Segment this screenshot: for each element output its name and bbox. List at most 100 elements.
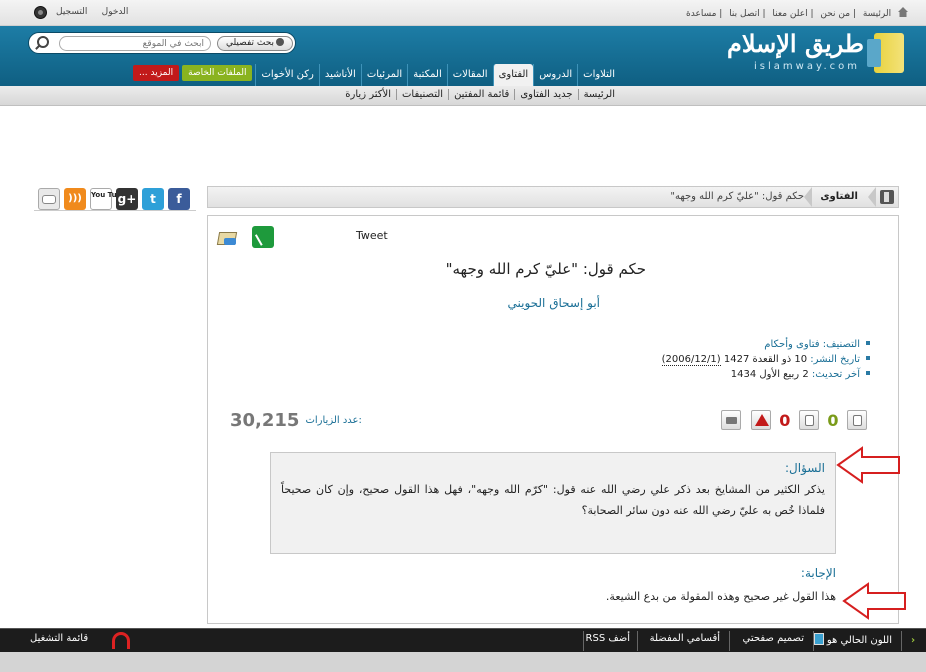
- page: الرئيسة | من نحن | اعلن معنا | اتصل بنا …: [0, 0, 926, 672]
- playlist-button[interactable]: قائمة التشغيل: [30, 633, 88, 644]
- sidebar-divider: [34, 210, 196, 211]
- author-link[interactable]: أبو إسحاق الحويني: [507, 296, 600, 310]
- thumbs-down-icon[interactable]: [798, 410, 819, 430]
- updated-date: 2 ربيع الأول 1434: [730, 369, 809, 380]
- site-header: طريق الإسلام islamway.com بحث تفصيلي الت…: [0, 26, 926, 86]
- top-link-advertise[interactable]: اعلن معنا: [772, 9, 807, 19]
- main-nav: التلاواتالدروسالفتاوىالمقالاتالمكتبةالمر…: [133, 64, 620, 86]
- tab-articles[interactable]: المقالات: [446, 64, 493, 86]
- report-icon[interactable]: [750, 410, 771, 430]
- annotation-arrow-question: [836, 446, 900, 484]
- register-link[interactable]: التسجيل: [56, 7, 87, 17]
- subnav-home[interactable]: الرئيسة: [577, 89, 620, 100]
- toolbar-divider: [813, 631, 814, 651]
- top-link-about[interactable]: من نحن: [820, 9, 850, 19]
- top-link-help[interactable]: مساعدة: [686, 9, 716, 19]
- subnav-muftis[interactable]: قائمة المفتين: [448, 89, 514, 100]
- answer-text: هذا القول غير صحيح وهذه المقولة من بدع ا…: [605, 590, 836, 603]
- youtube-icon[interactable]: You Tube: [90, 188, 126, 210]
- logo-english-text: islamway.com: [754, 61, 860, 72]
- share-icon[interactable]: [252, 226, 274, 248]
- more-button[interactable]: المزيد ...: [133, 65, 180, 81]
- search-input[interactable]: [59, 36, 211, 51]
- toolbar-divider: [901, 631, 902, 651]
- breadcrumb-separator: [804, 187, 812, 207]
- tab-lessons[interactable]: الدروس: [533, 64, 577, 86]
- dislike-count: 0: [779, 410, 791, 430]
- add-rss-button[interactable]: أضف RSS: [586, 633, 630, 644]
- article-actions: 0 0: [718, 410, 870, 432]
- tweet-button[interactable]: Tweet: [356, 229, 388, 242]
- googleplus-icon[interactable]: g+: [116, 188, 138, 210]
- search-icon[interactable]: [34, 36, 49, 50]
- tab-recitations[interactable]: التلاوات: [577, 64, 620, 86]
- subnav-most-visited[interactable]: الأكثر زيارة: [340, 89, 396, 100]
- visit-label: عدد الزيارات:: [305, 415, 362, 426]
- color-switch[interactable]: اللون الحالي هو: [810, 633, 892, 646]
- special-files-button[interactable]: الملفات الخاصة: [182, 65, 253, 81]
- top-link-home[interactable]: الرئيسة: [863, 9, 891, 19]
- top-links: الرئيسة | من نحن | اعلن معنا | اتصل بنا …: [682, 7, 908, 19]
- article-panel: Tweet حكم قول: "عليّ كرم الله وجهه" أبو …: [207, 215, 906, 624]
- social-icons: ))) You Tubeg+ t f: [38, 188, 194, 210]
- tab-sisters[interactable]: ركن الأخوات: [255, 64, 318, 86]
- email-share-icon[interactable]: [218, 228, 238, 246]
- meta-published: تاريخ النشر: 10 ذو القعدة 1427 (2006/12/…: [661, 354, 870, 366]
- design-page-button[interactable]: تصميم صفحتي: [743, 633, 804, 644]
- print-icon[interactable]: [721, 410, 742, 430]
- headphones-icon[interactable]: [112, 632, 130, 649]
- article-meta: التصنيف: فتاوى وأحكام تاريخ النشر: 10 ذو…: [661, 339, 870, 384]
- question-text: يذكر الكثير من المشايخ بعد ذكر علي رضي ا…: [281, 483, 825, 517]
- rss-icon[interactable]: ))): [64, 188, 86, 210]
- advanced-search-button[interactable]: بحث تفصيلي: [217, 36, 293, 51]
- thumbs-up-icon[interactable]: [847, 410, 867, 430]
- toolbar-divider: [637, 631, 638, 651]
- visit-count: 30,215: [230, 410, 300, 431]
- tab-videos[interactable]: المرئيات: [360, 64, 407, 86]
- favorites-button[interactable]: أقسامي المفضلة: [650, 633, 720, 644]
- subnav-new-fatwas[interactable]: جديد الفتاوى: [514, 89, 577, 100]
- toolbar-divider: [583, 631, 584, 651]
- answer-label: الإجابة:: [800, 566, 836, 580]
- color-label: اللون الحالي هو: [826, 635, 892, 646]
- email-icon[interactable]: [38, 188, 60, 210]
- chevron-down-icon: [276, 38, 285, 46]
- top-link-contact[interactable]: اتصل بنا: [729, 9, 759, 19]
- sub-nav: الرئيسةجديد الفتاوىقائمة المفتينالتصنيفا…: [0, 86, 926, 106]
- article-title: حكم قول: "عليّ كرم الله وجهه": [445, 260, 646, 278]
- facebook-icon[interactable]: f: [168, 188, 190, 210]
- globe-icon[interactable]: [34, 6, 47, 19]
- breadcrumb: الفتاوى حكم قول: "عليّ كرم الله وجهه": [207, 186, 899, 208]
- top-strip: الرئيسة | من نحن | اعلن معنا | اتصل بنا …: [0, 0, 926, 26]
- updated-label: آخر تحديث:: [811, 369, 860, 380]
- published-date: 10 ذو القعدة 1427: [723, 354, 808, 365]
- twitter-icon[interactable]: t: [142, 188, 164, 210]
- question-box: السؤال: يذكر الكثير من المشايخ بعد ذكر ع…: [270, 452, 836, 554]
- annotation-arrow-answer: [842, 582, 906, 620]
- color-swatch-icon: [813, 633, 824, 645]
- breadcrumb-current: حكم قول: "عليّ كرم الله وجهه": [670, 191, 804, 202]
- toolbar-divider: [729, 631, 730, 651]
- search-box: بحث تفصيلي: [28, 32, 296, 54]
- published-label: تاريخ النشر:: [810, 354, 860, 365]
- book-logo-icon: [867, 33, 904, 73]
- home-icon[interactable]: [898, 7, 908, 17]
- category-link[interactable]: فتاوى وأحكام: [764, 339, 819, 350]
- login-link[interactable]: الدخول: [102, 7, 129, 17]
- question-label: السؤال:: [785, 461, 825, 475]
- meta-category: التصنيف: فتاوى وأحكام: [662, 339, 870, 350]
- meta-updated: آخر تحديث: 2 ربيع الأول 1434: [662, 369, 870, 380]
- tab-library[interactable]: المكتبة: [407, 64, 447, 86]
- tab-nasheeds[interactable]: الأناشيد: [318, 64, 361, 86]
- visit-counter: 30,215 عدد الزيارات:: [230, 410, 362, 431]
- advanced-search-label: بحث تفصيلي: [225, 38, 275, 48]
- breadcrumb-separator: [868, 187, 876, 207]
- book-icon: [880, 190, 894, 204]
- subnav-categories[interactable]: التصنيفات: [395, 89, 448, 100]
- tab-fatwas[interactable]: الفتاوى: [492, 64, 534, 86]
- chevron-left-icon[interactable]: ‹: [904, 632, 922, 650]
- site-logo[interactable]: طريق الإسلام islamway.com: [704, 29, 904, 75]
- logo-arabic-text: طريق الإسلام: [726, 29, 864, 58]
- category-label: التصنيف:: [822, 339, 860, 350]
- breadcrumb-section[interactable]: الفتاوى: [820, 191, 858, 202]
